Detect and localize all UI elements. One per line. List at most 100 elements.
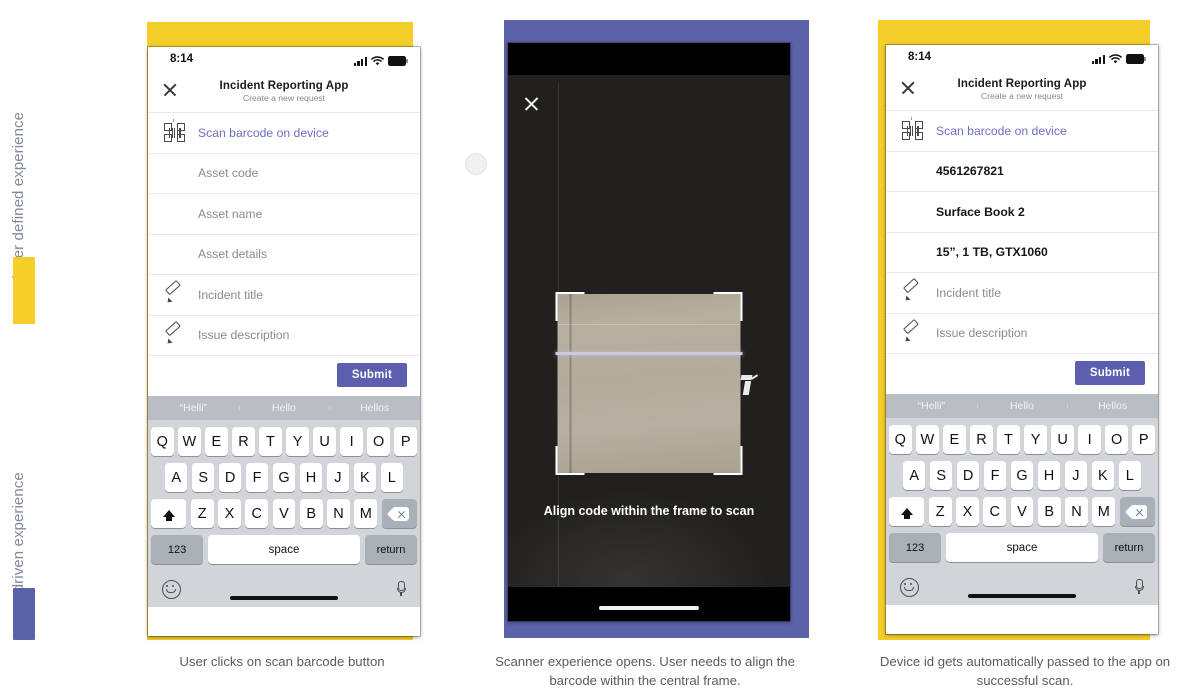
shift-icon[interactable] xyxy=(889,497,925,526)
suggestion-2[interactable]: Hellos xyxy=(1067,400,1158,412)
key-j[interactable]: J xyxy=(1064,461,1088,490)
keyboard-suggestions: “Helli” Hello Hellos xyxy=(886,394,1158,418)
key-l[interactable]: L xyxy=(1118,461,1141,490)
key-h[interactable]: H xyxy=(1037,461,1061,490)
key-numbers[interactable]: 123 xyxy=(151,535,204,564)
key-return[interactable]: return xyxy=(364,535,417,564)
key-d[interactable]: D xyxy=(218,463,242,492)
key-o[interactable]: O xyxy=(1105,425,1128,454)
row-issue-description[interactable]: Issue description xyxy=(148,316,420,356)
drag-handle-dot[interactable] xyxy=(465,153,487,175)
key-u[interactable]: U xyxy=(313,427,336,456)
wifi-icon xyxy=(371,56,384,66)
key-z[interactable]: Z xyxy=(928,497,952,526)
row-incident-title[interactable]: Incident title xyxy=(148,275,420,316)
microphone-icon[interactable] xyxy=(1134,578,1144,596)
frame-corner-bl xyxy=(555,446,585,475)
microphone-icon[interactable] xyxy=(396,580,406,598)
key-y[interactable]: Y xyxy=(1024,425,1047,454)
row-incident-title[interactable]: Incident title xyxy=(886,273,1158,314)
key-a[interactable]: A xyxy=(903,461,926,490)
key-i[interactable]: I xyxy=(340,427,363,456)
key-z[interactable]: Z xyxy=(190,499,214,528)
key-p[interactable]: P xyxy=(1132,425,1155,454)
key-r[interactable]: R xyxy=(232,427,255,456)
close-icon[interactable] xyxy=(523,95,540,112)
row-asset-details[interactable]: Asset details xyxy=(148,235,420,275)
emoji-icon[interactable] xyxy=(900,577,919,597)
key-w[interactable]: W xyxy=(178,427,201,456)
row-asset-code[interactable]: Asset code xyxy=(148,154,420,194)
row-asset-details[interactable]: 15”, 1 TB, GTX1060 xyxy=(886,233,1158,273)
row-issue-description[interactable]: Issue description xyxy=(886,314,1158,354)
key-p[interactable]: P xyxy=(394,427,417,456)
key-t[interactable]: T xyxy=(259,427,282,456)
suggestion-0[interactable]: “Helli” xyxy=(148,402,239,414)
submit-button[interactable]: Submit xyxy=(336,363,407,387)
key-b[interactable]: B xyxy=(1037,497,1061,526)
suggestion-2[interactable]: Hellos xyxy=(329,402,420,414)
key-x[interactable]: X xyxy=(218,499,241,528)
key-g[interactable]: G xyxy=(1010,461,1034,490)
key-n[interactable]: N xyxy=(1065,497,1088,526)
close-icon[interactable] xyxy=(162,82,178,98)
key-numbers[interactable]: 123 xyxy=(889,533,942,562)
key-x[interactable]: X xyxy=(956,497,979,526)
key-n[interactable]: N xyxy=(327,499,350,528)
backspace-icon[interactable] xyxy=(381,499,417,528)
row-scan-barcode[interactable]: Scan barcode on device xyxy=(148,113,420,154)
pencil-icon xyxy=(902,285,936,300)
page-title: Incident Reporting App xyxy=(957,78,1087,90)
key-y[interactable]: Y xyxy=(286,427,309,456)
key-f[interactable]: F xyxy=(245,463,269,492)
signal-bars-icon xyxy=(1091,55,1105,64)
key-m[interactable]: M xyxy=(1092,497,1116,526)
submit-button[interactable]: Submit xyxy=(1074,361,1145,385)
key-d[interactable]: D xyxy=(956,461,980,490)
suggestion-1[interactable]: Hello xyxy=(238,402,330,414)
close-icon[interactable] xyxy=(900,80,916,96)
key-b[interactable]: B xyxy=(299,499,323,528)
row-asset-name[interactable]: Asset name xyxy=(148,194,420,235)
flashlight-icon[interactable] xyxy=(740,374,758,394)
key-l[interactable]: L xyxy=(380,463,403,492)
key-q[interactable]: Q xyxy=(889,425,912,454)
key-v[interactable]: V xyxy=(272,499,296,528)
emoji-icon[interactable] xyxy=(162,579,181,599)
key-g[interactable]: G xyxy=(272,463,296,492)
key-j[interactable]: J xyxy=(326,463,350,492)
key-q[interactable]: Q xyxy=(151,427,174,456)
key-c[interactable]: C xyxy=(983,497,1007,526)
shift-icon[interactable] xyxy=(151,499,187,528)
key-s[interactable]: S xyxy=(929,461,953,490)
key-r[interactable]: R xyxy=(970,425,993,454)
key-h[interactable]: H xyxy=(299,463,323,492)
key-u[interactable]: U xyxy=(1051,425,1074,454)
key-e[interactable]: E xyxy=(205,427,228,456)
row-label: Issue description xyxy=(936,326,1028,341)
key-return[interactable]: return xyxy=(1102,533,1155,562)
backspace-icon[interactable] xyxy=(1119,497,1155,526)
key-k[interactable]: K xyxy=(1091,461,1115,490)
key-w[interactable]: W xyxy=(916,425,939,454)
key-i[interactable]: I xyxy=(1078,425,1101,454)
suggestion-1[interactable]: Hello xyxy=(976,400,1068,412)
suggestion-0[interactable]: “Helli” xyxy=(886,400,977,412)
row-asset-name[interactable]: Surface Book 2 xyxy=(886,192,1158,233)
key-m[interactable]: M xyxy=(354,499,378,528)
key-o[interactable]: O xyxy=(367,427,390,456)
row-scan-barcode[interactable]: Scan barcode on device xyxy=(886,111,1158,152)
scan-hint-text: Align code within the frame to scan xyxy=(543,504,755,518)
row-asset-code[interactable]: 4561267821 xyxy=(886,152,1158,192)
key-s[interactable]: S xyxy=(191,463,215,492)
key-k[interactable]: K xyxy=(353,463,377,492)
key-t[interactable]: T xyxy=(997,425,1020,454)
key-space[interactable]: space xyxy=(945,533,1099,562)
key-e[interactable]: E xyxy=(943,425,966,454)
key-v[interactable]: V xyxy=(1010,497,1034,526)
key-space[interactable]: space xyxy=(207,535,361,564)
pencil-icon xyxy=(902,326,936,341)
key-f[interactable]: F xyxy=(983,461,1007,490)
key-c[interactable]: C xyxy=(245,499,269,528)
key-a[interactable]: A xyxy=(165,463,188,492)
